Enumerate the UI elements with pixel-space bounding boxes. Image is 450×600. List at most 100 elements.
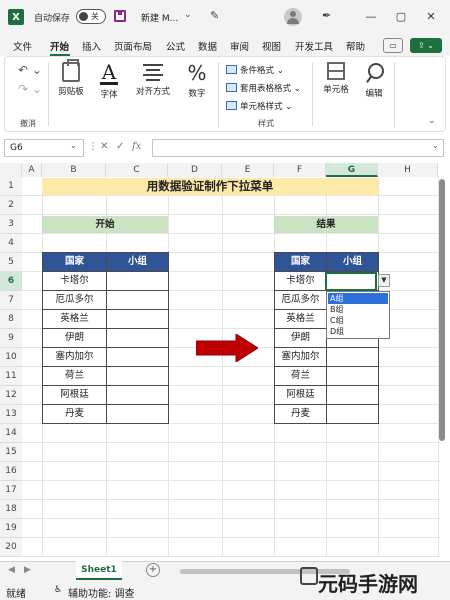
row-header-12[interactable]: 12 <box>0 386 22 405</box>
alignment-button[interactable]: 对齐方式 <box>132 62 174 97</box>
tab-home[interactable]: 开始 <box>50 39 69 53</box>
share-button[interactable]: ⇪ ⌄ <box>410 38 442 53</box>
group-cell[interactable] <box>326 347 379 367</box>
row-header-18[interactable]: 18 <box>0 500 22 519</box>
tab-review[interactable]: 审阅 <box>230 39 249 53</box>
clipboard-button[interactable]: 剪贴板 <box>54 59 88 97</box>
add-sheet-button[interactable]: + <box>146 563 160 577</box>
header-group[interactable]: 小组 <box>106 252 169 272</box>
undo-icon[interactable]: ↶ ⌄ <box>18 63 42 77</box>
autosave-toggle[interactable]: 关 <box>76 9 106 24</box>
function-icon[interactable]: fx <box>132 141 141 152</box>
redo-icon[interactable]: ↷ ⌄ <box>18 82 42 96</box>
font-button[interactable]: A 字体 <box>94 62 124 100</box>
tab-formulas[interactable]: 公式 <box>166 39 185 53</box>
edit-icon[interactable]: ✎ <box>210 9 219 22</box>
chevron-down-icon[interactable]: ⌄ <box>432 141 439 150</box>
country-cell[interactable]: 伊朗 <box>274 328 327 348</box>
group-cell[interactable] <box>106 366 169 386</box>
more-icon[interactable]: ⋮ <box>88 141 98 152</box>
country-cell[interactable]: 厄瓜多尔 <box>274 290 327 310</box>
dropdown-arrow-button[interactable]: ▼ <box>378 274 390 287</box>
select-all-corner[interactable] <box>0 163 22 177</box>
cancel-icon[interactable]: ✕ <box>100 141 108 152</box>
row-header-2[interactable]: 2 <box>0 196 22 215</box>
selected-cell-g6[interactable] <box>325 272 377 291</box>
header-country[interactable]: 国家 <box>274 252 327 272</box>
document-title[interactable]: 新建 M... <box>141 11 178 24</box>
country-cell[interactable]: 厄瓜多尔 <box>42 290 107 310</box>
country-cell[interactable]: 丹麦 <box>274 404 327 424</box>
column-header-g[interactable]: G <box>326 163 378 177</box>
tab-developer[interactable]: 开发工具 <box>295 39 333 53</box>
group-cell[interactable] <box>106 271 169 291</box>
comment-icon[interactable]: ▭ <box>383 38 403 53</box>
country-cell[interactable]: 塞内加尔 <box>42 347 107 367</box>
group-cell[interactable] <box>106 309 169 329</box>
column-header-b[interactable]: B <box>42 163 106 177</box>
country-cell[interactable]: 荷兰 <box>274 366 327 386</box>
country-cell[interactable]: 塞内加尔 <box>274 347 327 367</box>
row-header-19[interactable]: 19 <box>0 519 22 538</box>
sheet-next-icon[interactable]: ▶ <box>24 565 31 575</box>
column-header-d[interactable]: D <box>168 163 222 177</box>
accessibility-icon[interactable]: ♿ <box>54 585 62 595</box>
header-country[interactable]: 国家 <box>42 252 107 272</box>
row-header-6[interactable]: 6 <box>0 272 22 291</box>
row-header-17[interactable]: 17 <box>0 481 22 500</box>
country-cell[interactable]: 伊朗 <box>42 328 107 348</box>
cell-style-button[interactable]: 单元格样式 ⌄ <box>226 100 292 112</box>
tab-view[interactable]: 视图 <box>262 39 281 53</box>
result-label-cell[interactable]: 结果 <box>274 216 378 233</box>
row-header-1[interactable]: 1 <box>0 177 22 196</box>
header-group[interactable]: 小组 <box>326 252 379 272</box>
number-button[interactable]: % 数字 <box>182 62 212 99</box>
save-icon[interactable] <box>114 10 126 22</box>
sheet-tab-sheet1[interactable]: Sheet1 <box>76 561 122 580</box>
start-label-cell[interactable]: 开始 <box>42 216 168 233</box>
row-header-14[interactable]: 14 <box>0 424 22 443</box>
maximize-button[interactable]: ▢ <box>390 6 412 26</box>
tab-file[interactable]: 文件 <box>13 39 32 53</box>
group-cell[interactable] <box>106 290 169 310</box>
sheet-prev-icon[interactable]: ◀ <box>8 565 15 575</box>
country-cell[interactable]: 丹麦 <box>42 404 107 424</box>
row-header-11[interactable]: 11 <box>0 367 22 386</box>
country-cell[interactable]: 阿根廷 <box>42 385 107 405</box>
row-header-5[interactable]: 5 <box>0 253 22 272</box>
dropdown-option[interactable]: A组 <box>328 293 388 304</box>
group-cell[interactable] <box>106 385 169 405</box>
check-icon[interactable]: ✓ <box>116 141 124 152</box>
row-header-7[interactable]: 7 <box>0 291 22 310</box>
column-header-c[interactable]: C <box>106 163 168 177</box>
group-cell[interactable] <box>106 347 169 367</box>
tab-page-layout[interactable]: 页面布局 <box>114 39 152 53</box>
row-header-8[interactable]: 8 <box>0 310 22 329</box>
tab-data[interactable]: 数据 <box>198 39 217 53</box>
row-header-3[interactable]: 3 <box>0 215 22 234</box>
group-cell[interactable] <box>106 404 169 424</box>
conditional-format-button[interactable]: 条件格式 ⌄ <box>226 64 284 76</box>
minimize-button[interactable]: — <box>360 6 382 26</box>
column-header-h[interactable]: H <box>378 163 438 177</box>
cells-button[interactable]: 单元格 <box>318 62 354 95</box>
group-cell[interactable] <box>326 385 379 405</box>
group-cell[interactable] <box>326 404 379 424</box>
tab-help[interactable]: 帮助 <box>346 39 365 53</box>
dropdown-option[interactable]: B组 <box>328 304 388 315</box>
chevron-down-icon[interactable]: ⌄ <box>184 10 192 20</box>
vertical-scrollbar[interactable] <box>438 177 446 557</box>
row-header-4[interactable]: 4 <box>0 234 22 253</box>
table-format-button[interactable]: 套用表格格式 ⌄ <box>226 82 301 94</box>
row-header-20[interactable]: 20 <box>0 538 22 557</box>
country-cell[interactable]: 英格兰 <box>274 309 327 329</box>
chevron-down-icon[interactable]: ⌄ <box>70 141 77 150</box>
row-header-13[interactable]: 13 <box>0 405 22 424</box>
dropdown-option[interactable]: C组 <box>328 315 388 326</box>
status-accessibility[interactable]: 辅助功能: 调查 <box>68 585 135 600</box>
group-cell[interactable] <box>326 366 379 386</box>
dropdown-option[interactable]: D组 <box>328 326 388 337</box>
sheet-title-cell[interactable]: 用数据验证制作下拉菜单 <box>42 178 378 195</box>
row-header-16[interactable]: 16 <box>0 462 22 481</box>
row-header-10[interactable]: 10 <box>0 348 22 367</box>
